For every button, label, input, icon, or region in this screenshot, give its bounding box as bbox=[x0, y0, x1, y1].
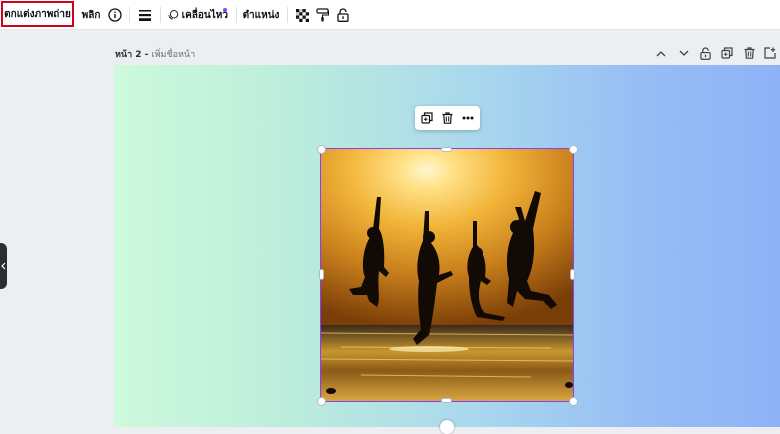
lock-icon bbox=[699, 46, 711, 60]
delete-page-icon bbox=[744, 47, 754, 59]
border-style-button[interactable] bbox=[137, 0, 153, 30]
copy-style-icon bbox=[315, 8, 329, 22]
toolbar-divider bbox=[160, 7, 161, 23]
delete-page-button[interactable] bbox=[741, 45, 757, 61]
chevron-down-icon bbox=[679, 50, 689, 56]
resize-handle-top-right[interactable] bbox=[569, 145, 578, 154]
side-panel-toggle[interactable] bbox=[0, 243, 7, 289]
delete-element-button[interactable] bbox=[439, 110, 455, 126]
flip-label: พลิก bbox=[81, 9, 101, 21]
flip-button[interactable]: พลิก bbox=[80, 0, 102, 30]
resize-handle-top-left[interactable] bbox=[317, 145, 326, 154]
element-toolbar bbox=[415, 106, 480, 130]
duplicate-page-button[interactable] bbox=[719, 45, 735, 61]
info-icon bbox=[108, 8, 122, 22]
more-icon bbox=[462, 116, 474, 120]
resize-handle-right[interactable] bbox=[570, 269, 575, 280]
position-label: ตำแหน่ง bbox=[242, 9, 280, 21]
page-title-placeholder: เพิ่มชื่อหน้า bbox=[151, 50, 196, 60]
editor-toolbar: ตกแต่งภาพถ่าย พลิก เคลื่อนไหว ตำแหน่ง bbox=[0, 0, 780, 30]
delete-icon bbox=[442, 112, 452, 124]
duplicate-element-button[interactable] bbox=[419, 110, 435, 126]
edit-photo-label: ตกแต่งภาพถ่าย bbox=[4, 8, 71, 20]
animate-button[interactable]: เคลื่อนไหว bbox=[168, 0, 228, 30]
chevron-up-icon bbox=[656, 50, 666, 56]
page-title[interactable]: หน้า 2 - เพิ่มชื่อหน้า bbox=[115, 47, 195, 61]
toolbar-divider bbox=[287, 7, 288, 23]
move-page-up-button[interactable] bbox=[653, 45, 669, 61]
resize-handle-left[interactable] bbox=[319, 269, 324, 280]
move-page-down-button[interactable] bbox=[676, 45, 692, 61]
edit-photo-button[interactable]: ตกแต่งภาพถ่าย bbox=[1, 1, 74, 27]
add-page-button[interactable] bbox=[762, 45, 778, 61]
toolbar-divider bbox=[129, 7, 130, 23]
duplicate-page-icon bbox=[721, 47, 733, 59]
info-button[interactable] bbox=[107, 0, 123, 30]
more-options-button[interactable] bbox=[460, 110, 476, 126]
resize-handle-top[interactable] bbox=[441, 147, 452, 152]
resize-handle-bottom-right[interactable] bbox=[569, 397, 578, 406]
resize-handle-bottom-left[interactable] bbox=[317, 397, 326, 406]
animate-label: เคลื่อนไหว bbox=[181, 9, 228, 21]
copy-style-button[interactable] bbox=[314, 0, 330, 30]
resize-handle-bottom[interactable] bbox=[441, 398, 452, 403]
duplicate-icon bbox=[421, 112, 433, 124]
toolbar-divider bbox=[236, 7, 237, 23]
add-page-icon bbox=[764, 47, 776, 59]
new-feature-dot bbox=[223, 8, 227, 12]
position-button[interactable]: ตำแหน่ง bbox=[242, 0, 280, 30]
lock-button[interactable] bbox=[335, 0, 351, 30]
rotate-handle[interactable] bbox=[440, 420, 454, 434]
border-style-icon bbox=[139, 10, 151, 21]
lock-page-button[interactable] bbox=[697, 45, 713, 61]
page-number-label: หน้า 2 - bbox=[115, 50, 152, 60]
animate-icon bbox=[168, 10, 179, 20]
transparency-icon bbox=[295, 8, 309, 22]
selected-photo[interactable] bbox=[320, 148, 574, 402]
lock-icon bbox=[337, 8, 349, 22]
transparency-button[interactable] bbox=[294, 0, 310, 30]
jumping-silhouettes-photo bbox=[321, 149, 573, 401]
chevron-left-icon bbox=[1, 262, 6, 270]
